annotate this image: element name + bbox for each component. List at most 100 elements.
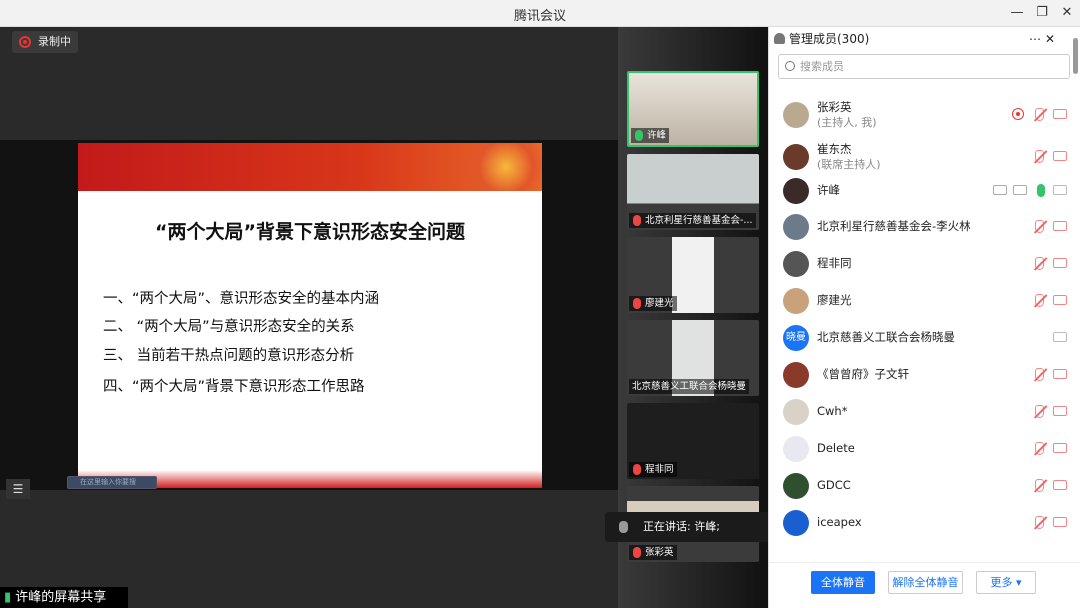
- member-row[interactable]: 廖建光: [769, 282, 1074, 319]
- member-name: 张彩英 (主持人, 我): [817, 100, 877, 130]
- screen-share-view: “两个大局”背景下意识形态安全问题 一、“两个大局”、意识形态安全的基本内涵 二…: [0, 140, 618, 490]
- member-row[interactable]: 晓曼 北京慈善义工联合会杨晓曼: [769, 319, 1074, 356]
- member-name-text: Delete: [817, 441, 855, 455]
- camera-off-icon[interactable]: [1053, 517, 1067, 527]
- more-icon[interactable]: ⋯: [1029, 27, 1041, 51]
- tile-name: 北京利星行慈善基金会-...: [645, 215, 753, 226]
- slide-item-4: 四、“两个大局”背景下意识形态工作思路: [103, 379, 365, 395]
- video-tile[interactable]: 程非同: [627, 403, 759, 479]
- camera-off-icon[interactable]: [1053, 406, 1067, 416]
- member-name: 程非同: [817, 245, 852, 282]
- mic-muted-icon: [633, 298, 641, 309]
- member-name-text: 廖建光: [817, 293, 852, 307]
- video-tile[interactable]: 北京利星行慈善基金会-...: [627, 154, 759, 230]
- member-name-text: 程非同: [817, 256, 852, 270]
- recording-badge[interactable]: 录制中: [12, 31, 78, 53]
- mic-muted-icon[interactable]: [1035, 150, 1044, 163]
- camera-off-icon[interactable]: [1053, 109, 1067, 119]
- more-button[interactable]: 更多 ▾: [976, 571, 1036, 594]
- camera-off-icon[interactable]: [1053, 480, 1067, 490]
- member-row[interactable]: GDCC: [769, 467, 1074, 504]
- mic-muted-icon[interactable]: [1035, 405, 1044, 418]
- mic-muted-icon[interactable]: [1035, 479, 1044, 492]
- list-menu-icon[interactable]: ☰: [6, 479, 30, 499]
- mic-muted-icon[interactable]: [1035, 257, 1044, 270]
- screen-share-text: 许峰的屏幕共享: [15, 590, 107, 605]
- member-row[interactable]: 许峰: [769, 172, 1074, 209]
- minimize-icon[interactable]: —: [1004, 2, 1030, 24]
- camera-off-icon[interactable]: [1053, 369, 1067, 379]
- camera-off-icon[interactable]: [1053, 443, 1067, 453]
- member-name-text: 《曾曾府》子文轩: [817, 367, 909, 381]
- camera-off-icon[interactable]: [1053, 295, 1067, 305]
- member-name: 《曾曾府》子文轩: [817, 356, 909, 393]
- avatar: [783, 288, 809, 314]
- member-name-text: GDCC: [817, 478, 851, 492]
- mute-all-button[interactable]: 全体静音: [811, 571, 875, 594]
- panel-close-icon[interactable]: ✕: [1045, 27, 1055, 51]
- presentation-slide: “两个大局”背景下意识形态安全问题 一、“两个大局”、意识形态安全的基本内涵 二…: [78, 143, 542, 488]
- tile-label: 北京利星行慈善基金会-...: [629, 213, 756, 228]
- member-row[interactable]: iceapex: [769, 504, 1074, 541]
- member-row[interactable]: 程非同: [769, 245, 1074, 282]
- member-row[interactable]: 崔东杰 (联席主持人): [769, 138, 1074, 175]
- tile-name: 程非同: [645, 464, 674, 475]
- avatar: [783, 214, 809, 240]
- lantern-decoration: [452, 143, 542, 191]
- member-search-input[interactable]: 搜索成员: [778, 54, 1070, 79]
- tile-name: 张彩英: [645, 547, 674, 558]
- member-name-text: Cwh*: [817, 404, 848, 418]
- member-name: 许峰: [817, 172, 840, 209]
- panel-scrollbar[interactable]: [1073, 38, 1078, 74]
- slide-item-2: 二、 “两个大局”与意识形态安全的关系: [103, 319, 355, 335]
- search-placeholder: 搜索成员: [800, 60, 844, 73]
- mic-muted-icon[interactable]: [1035, 220, 1044, 233]
- slide-banner: [78, 143, 542, 191]
- mic-muted-icon[interactable]: [1035, 368, 1044, 381]
- member-row[interactable]: 北京利星行慈善基金会-李火林: [769, 208, 1074, 245]
- mic-muted-icon: [633, 464, 641, 475]
- screen-share-icon[interactable]: [993, 185, 1007, 195]
- mic-muted-icon[interactable]: [1035, 294, 1044, 307]
- member-name: GDCC: [817, 467, 851, 504]
- search-icon: [785, 61, 795, 71]
- video-tile[interactable]: 北京慈善义工联合会杨晓曼: [627, 320, 759, 396]
- screen-share-icon: ▮: [4, 590, 12, 605]
- mic-muted-icon[interactable]: [1035, 442, 1044, 455]
- member-row[interactable]: Cwh*: [769, 393, 1074, 430]
- camera-off-icon[interactable]: [1053, 258, 1067, 268]
- avatar: [783, 144, 809, 170]
- camera-icon[interactable]: [1053, 185, 1067, 195]
- video-tile[interactable]: 廖建光: [627, 237, 759, 313]
- camera-off-icon[interactable]: [1053, 221, 1067, 231]
- tile-label: 程非同: [629, 462, 677, 477]
- mic-muted-icon[interactable]: [1035, 516, 1044, 529]
- speaking-indicator: 正在讲话: 许峰;: [605, 512, 790, 542]
- unmute-all-button[interactable]: 解除全体静音: [888, 571, 963, 594]
- member-name-text: 崔东杰: [817, 142, 852, 156]
- recording-label: 录制中: [38, 35, 71, 48]
- member-row[interactable]: Delete: [769, 430, 1074, 467]
- camera-off-icon[interactable]: [1053, 151, 1067, 161]
- camera-off-icon[interactable]: [1053, 332, 1067, 342]
- mic-on-icon: [635, 130, 643, 141]
- share-icon[interactable]: [1013, 185, 1027, 195]
- close-icon[interactable]: ✕: [1054, 2, 1080, 24]
- tile-label: 北京慈善义工联合会杨晓曼: [629, 379, 750, 394]
- member-name: iceapex: [817, 504, 862, 541]
- member-name: 崔东杰 (联席主持人): [817, 142, 881, 172]
- member-row[interactable]: 张彩英 (主持人, 我): [769, 96, 1074, 133]
- tile-name: 许峰: [647, 130, 667, 141]
- mic-on-icon[interactable]: [1037, 184, 1045, 197]
- mic-muted-icon[interactable]: [1035, 108, 1044, 121]
- avatar: [783, 178, 809, 204]
- avatar: [783, 362, 809, 388]
- restore-icon[interactable]: ❐: [1029, 2, 1055, 24]
- avatar: [783, 436, 809, 462]
- speaking-text: 正在讲话: 许峰;: [643, 520, 720, 533]
- member-row[interactable]: 《曾曾府》子文轩: [769, 356, 1074, 393]
- panel-footer: 全体静音 解除全体静音 更多 ▾: [769, 562, 1080, 608]
- video-tile[interactable]: 许峰: [627, 71, 759, 147]
- tile-label: 许峰: [631, 128, 670, 143]
- record-icon[interactable]: [1012, 108, 1024, 120]
